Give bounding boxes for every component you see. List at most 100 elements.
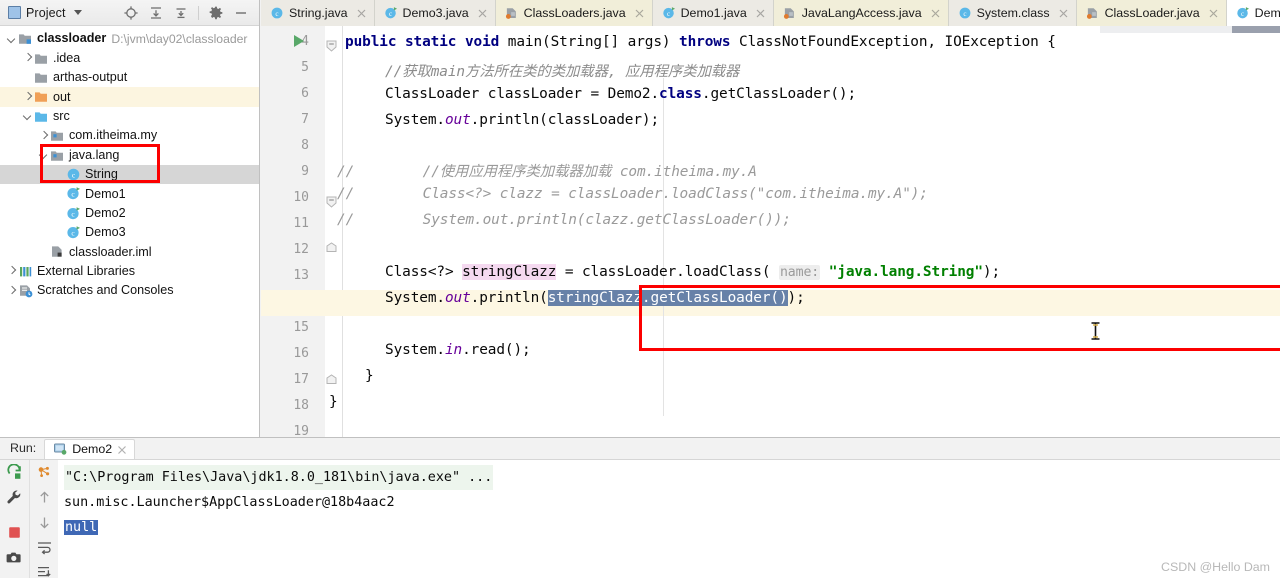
class-run-icon: c: [67, 206, 80, 219]
project-tool-window: Project classloader D:\jvm\day02\classlo…: [0, 0, 260, 437]
readonly-icon: [505, 8, 516, 19]
svg-text:c: c: [1241, 11, 1244, 18]
close-icon[interactable]: [1208, 8, 1219, 19]
editor-tab-classloader-java[interactable]: ClassLoader.java: [1076, 0, 1227, 26]
editor-tab-system-class[interactable]: c System.class: [948, 0, 1077, 26]
chevron-down-icon[interactable]: [6, 33, 17, 44]
close-icon[interactable]: [477, 8, 488, 19]
tree-item-label: Scratches and Consoles: [37, 283, 174, 298]
camera-icon[interactable]: [6, 549, 23, 566]
code-line-4: public static void main(String[] args) t…: [345, 34, 1056, 50]
console-output[interactable]: "C:\Program Files\Java\jdk1.8.0_181\bin\…: [58, 460, 1280, 578]
indent-guide: [663, 78, 664, 416]
class-run-icon: c: [67, 187, 80, 200]
tree-item-com-itheima-my[interactable]: com.itheima.my: [0, 126, 259, 145]
tree-item-demo1[interactable]: c Demo1: [0, 184, 259, 203]
line-number-19: 19: [293, 424, 309, 437]
tree-item-java-lang[interactable]: java.lang: [0, 145, 259, 164]
minimize-icon[interactable]: [233, 5, 249, 21]
close-icon[interactable]: [634, 8, 645, 19]
tree-item-path: D:\jvm\day02\classloader: [111, 31, 248, 46]
chevron-down-icon[interactable]: [73, 10, 82, 15]
line-number-10: 10: [293, 190, 309, 205]
close-icon[interactable]: [356, 8, 367, 19]
tree-item-out[interactable]: out: [0, 87, 259, 107]
tree-item-label: com.itheima.my: [69, 128, 158, 143]
run-config-icon: [53, 442, 67, 456]
console-null-selection: null: [64, 520, 99, 535]
tree-item-classloader-iml[interactable]: classloader.iml: [0, 242, 259, 261]
rerun-icon[interactable]: [6, 463, 23, 481]
tree-item-demo2[interactable]: c Demo2: [0, 204, 259, 223]
folder-blue: [35, 112, 47, 122]
tree-item-src[interactable]: src: [0, 107, 259, 126]
close-icon[interactable]: [1058, 8, 1069, 19]
collapse-all-icon[interactable]: [173, 5, 189, 21]
tree-item-demo3[interactable]: c Demo3: [0, 223, 259, 242]
chevron-down-icon[interactable]: [22, 111, 33, 122]
editor-tab-demo1-java[interactable]: c Demo1.java: [652, 0, 774, 26]
tree-item-label: Demo1: [85, 186, 126, 201]
editor-tab-label: Demo1.java: [680, 6, 747, 20]
close-icon[interactable]: [6, 574, 23, 578]
editor-tab-string-java[interactable]: c String.java: [261, 0, 375, 26]
editor-tab-demo3-java[interactable]: c Demo3.java: [374, 0, 496, 26]
line-number-gutter[interactable]: 45678910111213141516171819: [261, 26, 325, 437]
tree-item-classloader[interactable]: classloader D:\jvm\day02\classloader: [0, 29, 259, 48]
up-arrow-icon[interactable]: [36, 489, 53, 506]
gear-icon[interactable]: [208, 5, 224, 21]
editor-tab-classloaders-java[interactable]: ClassLoaders.java: [495, 0, 653, 26]
run-gutter-icon[interactable]: [294, 35, 304, 47]
locate-icon[interactable]: [123, 5, 139, 21]
close-icon[interactable]: [117, 444, 127, 454]
horizontal-scrollbar-track[interactable]: [1100, 26, 1280, 33]
project-icon: [8, 6, 21, 19]
editor-tab-demo2-java[interactable]: c Demo2.java: [1226, 0, 1280, 26]
project-title-group[interactable]: Project: [4, 6, 82, 20]
fold-marker-icon[interactable]: [326, 370, 337, 384]
tree-item-external-libraries[interactable]: External Libraries: [0, 262, 259, 281]
scroll-to-end-icon[interactable]: [36, 564, 53, 578]
chevron-right-icon[interactable]: [22, 91, 33, 102]
package-icon: [51, 150, 63, 161]
editor-tab-label: JavaLangAccess.java: [801, 6, 922, 20]
fold-marker-icon[interactable]: [326, 193, 337, 208]
wrench-icon[interactable]: [6, 489, 23, 506]
svg-text:c: c: [667, 11, 670, 18]
chevron-right-icon[interactable]: [22, 53, 33, 64]
libraries-icon: [20, 266, 32, 277]
stop-icon[interactable]: [6, 524, 23, 541]
close-icon[interactable]: [755, 8, 766, 19]
tree-item-label: Demo3: [85, 225, 126, 240]
class-run-icon: c: [384, 7, 397, 19]
editor-tab-label: Demo2.java: [1254, 6, 1280, 20]
run-tab-bar: Run: Demo2: [0, 438, 1280, 460]
editor-tab-label: System.class: [976, 6, 1050, 20]
chevron-right-icon[interactable]: [38, 130, 49, 141]
project-tree[interactable]: classloader D:\jvm\day02\classloader .idea…: [0, 26, 259, 300]
soft-wrap-icon[interactable]: [36, 539, 53, 556]
run-tab-demo2[interactable]: Demo2: [44, 439, 136, 459]
expand-all-icon[interactable]: [148, 5, 164, 21]
chevron-down-icon[interactable]: [38, 150, 49, 161]
tree-item-arthas-output[interactable]: arthas-output: [0, 68, 259, 87]
fold-marker-icon[interactable]: [326, 37, 337, 52]
tree-item-string[interactable]: c String: [0, 164, 259, 185]
thread-dump-icon[interactable]: [36, 464, 53, 481]
editor-tab-javalangaccess-java[interactable]: JavaLangAccess.java: [773, 0, 949, 26]
chevron-right-icon[interactable]: [6, 266, 17, 277]
folder-orange: [35, 92, 47, 103]
code-line-16: System.in.read();: [385, 342, 531, 358]
horizontal-scrollbar-thumb[interactable]: [1232, 26, 1280, 33]
down-arrow-icon[interactable]: [36, 514, 53, 531]
fold-marker-icon[interactable]: [326, 238, 337, 252]
code-line-18: }: [329, 394, 338, 410]
close-icon[interactable]: [930, 8, 941, 19]
tree-item-label: java.lang: [69, 147, 120, 162]
tree-item--idea[interactable]: .idea: [0, 48, 259, 67]
chevron-right-icon[interactable]: [6, 285, 17, 296]
editor-tab-bar[interactable]: c String.java c Demo3.java ClassLoaders.java…: [261, 0, 1280, 26]
code-editor[interactable]: 45678910111213141516171819 public static…: [261, 26, 1280, 437]
tree-item-scratches-and-consoles[interactable]: Scratches and Consoles: [0, 281, 259, 300]
